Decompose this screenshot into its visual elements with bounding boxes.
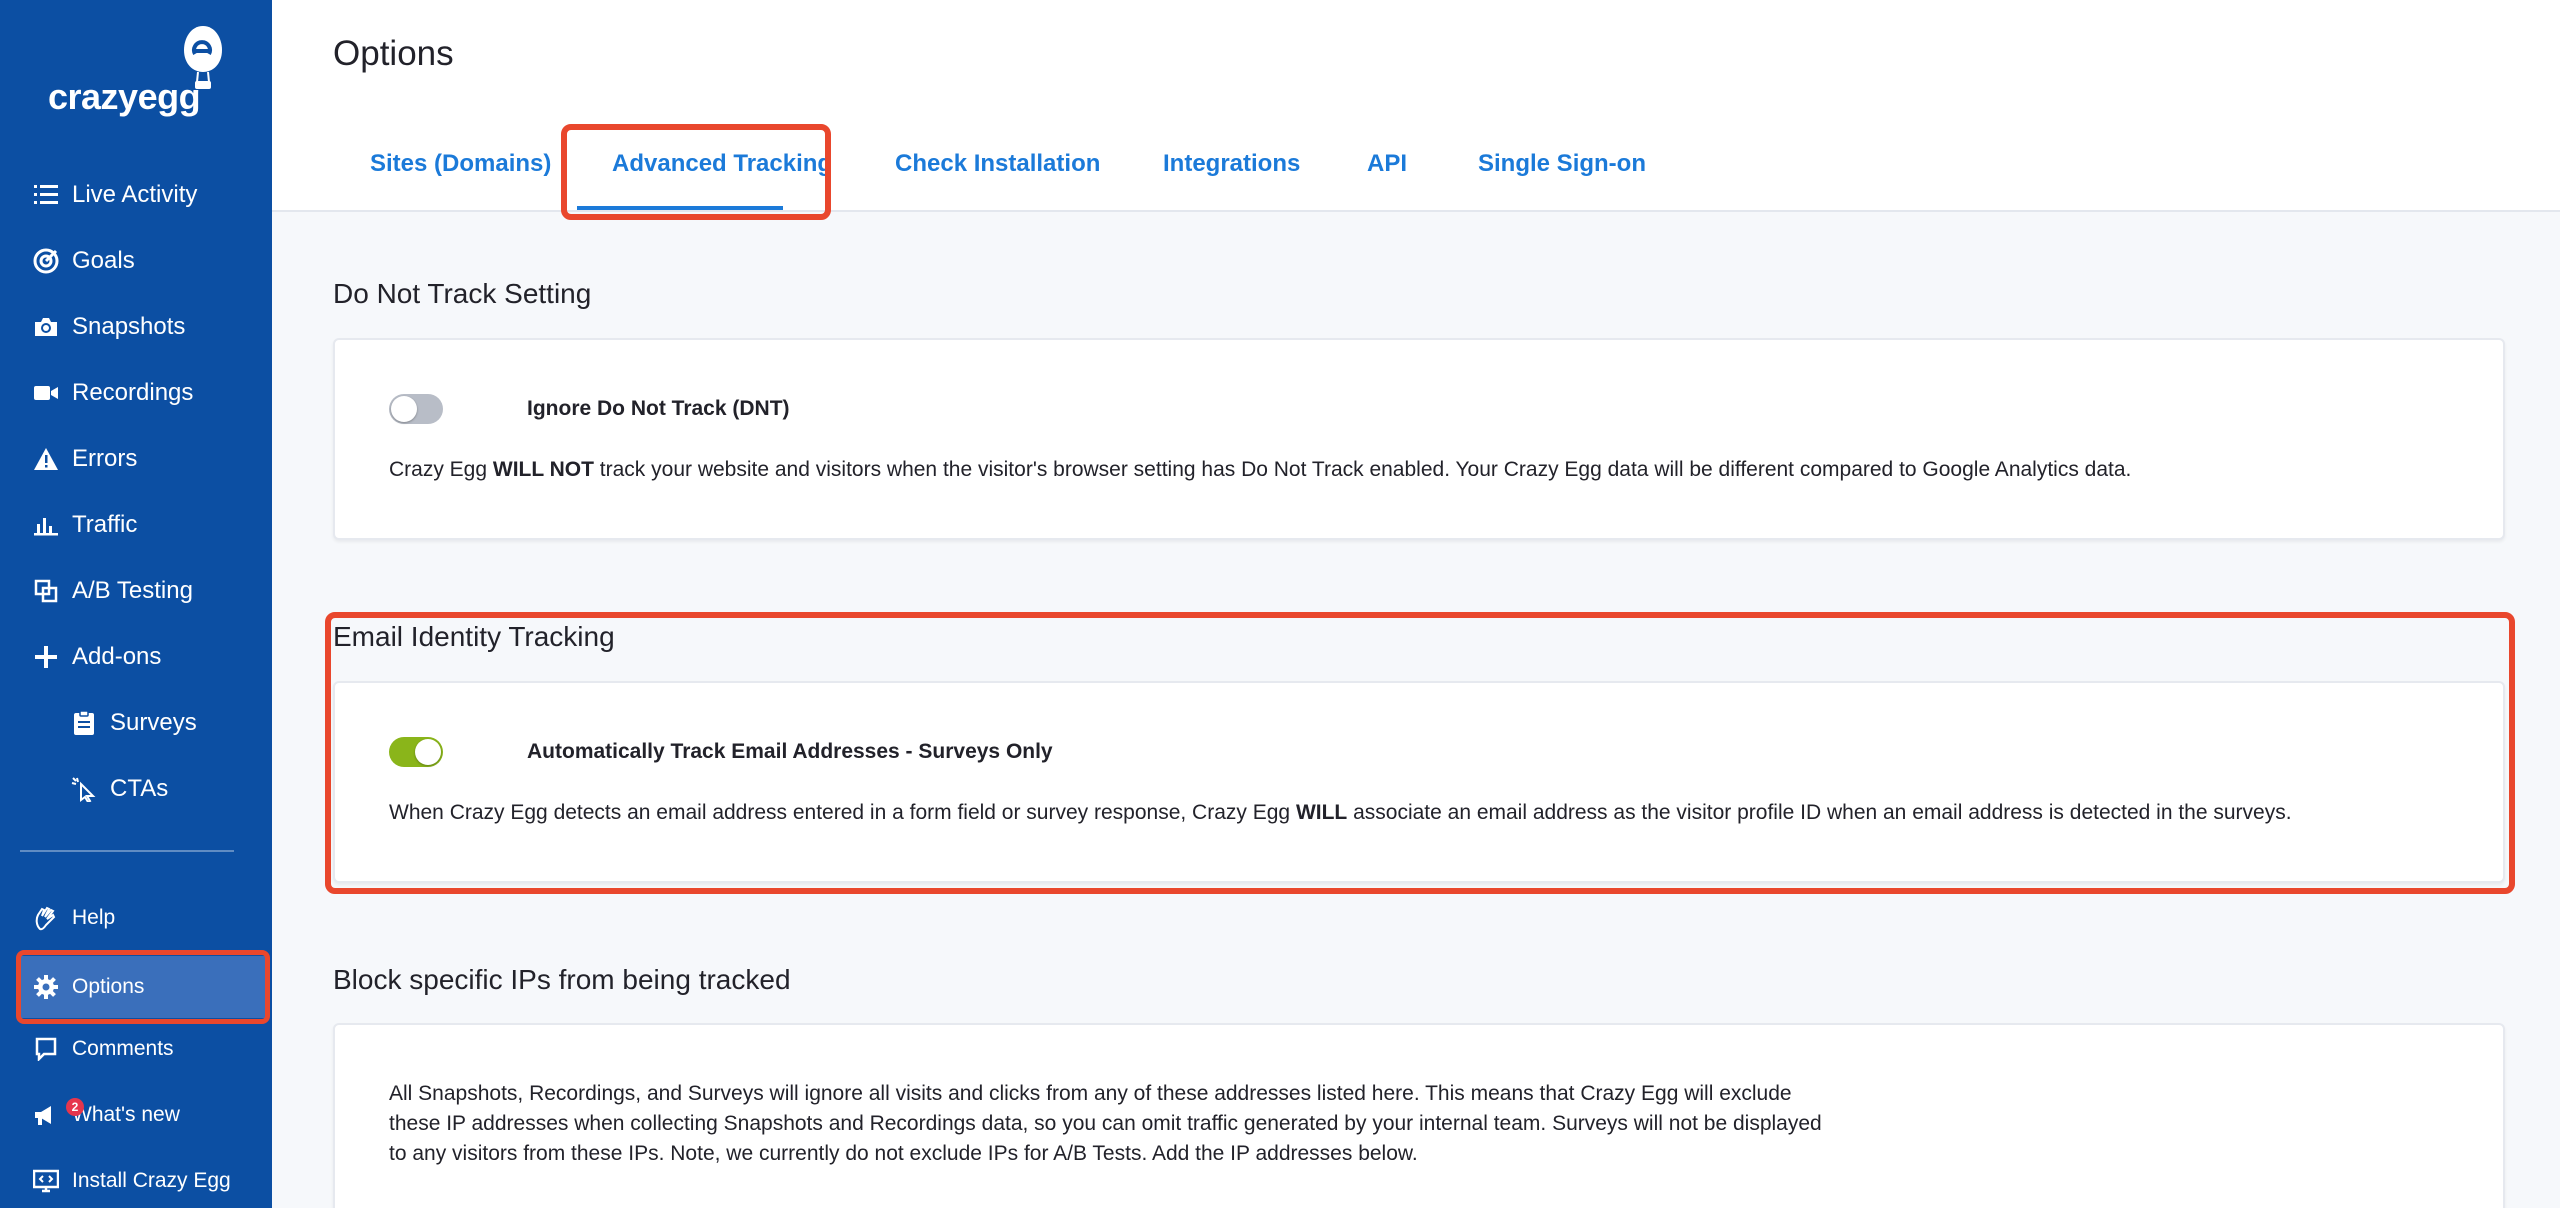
sidebar-item-ctas[interactable]: CTAs — [18, 762, 270, 816]
sidebar-item-whats-new[interactable]: 2 What's new — [18, 1088, 270, 1142]
comment-icon — [30, 1033, 62, 1065]
sidebar-item-label: Recordings — [72, 379, 194, 406]
sidebar-item-label: What's new — [72, 1103, 180, 1126]
megaphone-icon — [30, 1099, 62, 1131]
monitor-code-icon — [30, 1165, 62, 1197]
sidebar-item-ab-testing[interactable]: A/B Testing — [18, 564, 270, 618]
dnt-toggle-label: Ignore Do Not Track (DNT) — [527, 397, 790, 420]
tab-check-installation[interactable]: Check Installation — [895, 150, 1100, 178]
logo-text: crazyegg — [48, 76, 201, 117]
crazyegg-logo[interactable]: crazyegg — [46, 24, 236, 118]
sidebar-item-label: Errors — [72, 445, 138, 472]
sidebar-item-label: Install Crazy Egg — [72, 1169, 231, 1192]
ab-test-icon — [30, 575, 62, 607]
sidebar-item-snapshots[interactable]: Snapshots — [18, 300, 270, 354]
sidebar: crazyegg Live Activity Goals Snapshots R… — [0, 0, 272, 1208]
dnt-description: Crazy Egg WILL NOT track your website an… — [389, 458, 2132, 481]
email-toggle[interactable] — [389, 737, 443, 767]
tab-sites-domains[interactable]: Sites (Domains) — [370, 150, 551, 178]
email-toggle-label: Automatically Track Email Addresses - Su… — [527, 740, 1053, 763]
sidebar-item-label: Add-ons — [72, 643, 162, 670]
bar-chart-icon — [30, 509, 62, 541]
sidebar-item-label: Help — [72, 906, 116, 929]
notification-badge: 2 — [66, 1098, 84, 1116]
sidebar-item-goals[interactable]: Goals — [18, 234, 270, 288]
sidebar-item-label: Comments — [72, 1037, 174, 1060]
sidebar-item-label: Surveys — [110, 709, 197, 736]
list-icon — [30, 179, 62, 211]
tab-integrations[interactable]: Integrations — [1163, 150, 1300, 178]
sidebar-item-errors[interactable]: Errors — [18, 432, 270, 486]
tab-api[interactable]: API — [1367, 150, 1407, 178]
sidebar-item-label: Live Activity — [72, 181, 198, 208]
section-title-block-ips: Block specific IPs from being tracked — [333, 964, 791, 995]
block-ips-card: All Snapshots, Recordings, and Surveys w… — [333, 1023, 2505, 1208]
sidebar-item-help[interactable]: Help — [18, 891, 270, 945]
page-title: Options — [333, 34, 454, 73]
sidebar-item-label: A/B Testing — [72, 577, 193, 604]
sidebar-item-surveys[interactable]: Surveys — [18, 696, 270, 750]
email-card: Automatically Track Email Addresses - Su… — [333, 681, 2505, 883]
hand-wave-icon — [30, 902, 62, 934]
warning-icon — [30, 443, 62, 475]
target-icon — [30, 245, 62, 277]
toggle-knob — [415, 739, 441, 765]
plus-icon — [30, 641, 62, 673]
dnt-card: Ignore Do Not Track (DNT) Crazy Egg WILL… — [333, 338, 2505, 540]
sidebar-item-traffic[interactable]: Traffic — [18, 498, 270, 552]
section-title-email: Email Identity Tracking — [333, 621, 615, 652]
block-ips-description: All Snapshots, Recordings, and Surveys w… — [389, 1082, 1822, 1165]
toggle-knob — [391, 396, 417, 422]
camera-icon — [30, 311, 62, 343]
main-content: Options Sites (Domains) Advanced Trackin… — [272, 0, 2560, 1208]
options-highlight-frame — [16, 950, 270, 1024]
sidebar-item-label: Goals — [72, 247, 135, 274]
sidebar-item-install[interactable]: Install Crazy Egg — [18, 1154, 270, 1208]
sidebar-item-add-ons[interactable]: Add-ons — [18, 630, 270, 684]
cursor-click-icon — [68, 773, 100, 805]
sidebar-item-recordings[interactable]: Recordings — [18, 366, 270, 420]
sidebar-divider — [20, 850, 234, 852]
sidebar-item-label: CTAs — [110, 775, 169, 802]
tab-highlight-frame — [561, 124, 831, 220]
email-description: When Crazy Egg detects an email address … — [389, 801, 2292, 824]
clipboard-icon — [68, 707, 100, 739]
tab-single-sign-on[interactable]: Single Sign-on — [1478, 150, 1646, 178]
sidebar-item-live-activity[interactable]: Live Activity — [18, 168, 270, 222]
section-title-dnt: Do Not Track Setting — [333, 278, 592, 309]
video-icon — [30, 377, 62, 409]
dnt-toggle[interactable] — [389, 394, 443, 424]
header: Options Sites (Domains) Advanced Trackin… — [272, 0, 2560, 220]
sidebar-item-label: Snapshots — [72, 313, 186, 340]
sidebar-item-comments[interactable]: Comments — [18, 1022, 270, 1076]
sidebar-item-label: Traffic — [72, 511, 138, 538]
